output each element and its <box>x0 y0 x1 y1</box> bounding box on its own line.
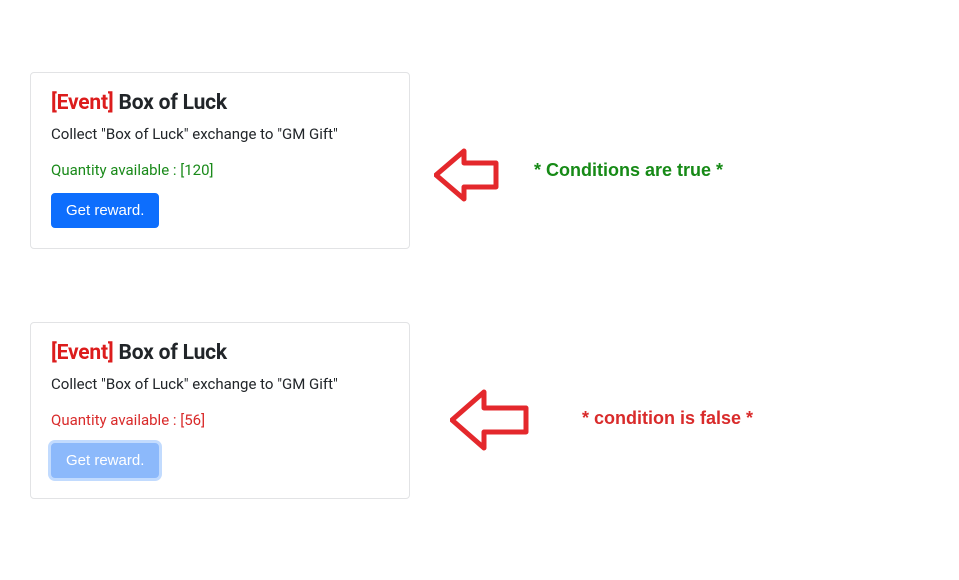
arrow-left-icon <box>450 386 534 458</box>
quantity-available: Quantity available : [56] <box>51 411 389 429</box>
card-title-text: Box of Luck <box>119 91 227 115</box>
event-card: [Event] Box of Luck Collect "Box of Luck… <box>30 322 410 499</box>
event-tag: [Event] <box>51 91 114 115</box>
quantity-value: [56] <box>180 411 205 429</box>
quantity-label: Quantity available : <box>51 161 177 179</box>
card-title: [Event] Box of Luck <box>51 91 389 115</box>
card-title: [Event] Box of Luck <box>51 341 389 365</box>
get-reward-button-disabled: Get reward. <box>51 443 159 478</box>
card-title-text: Box of Luck <box>119 341 227 365</box>
event-tag: [Event] <box>51 341 114 365</box>
quantity-label: Quantity available : <box>51 411 177 429</box>
get-reward-button[interactable]: Get reward. <box>51 193 159 228</box>
card-description: Collect "Box of Luck" exchange to "GM Gi… <box>51 125 389 143</box>
quantity-value: [120] <box>180 161 213 179</box>
annotation-conditions-true: * Conditions are true * <box>534 160 723 181</box>
annotation-condition-false: * condition is false * <box>582 408 753 429</box>
card-description: Collect "Box of Luck" exchange to "GM Gi… <box>51 375 389 393</box>
arrow-left-icon <box>434 145 504 209</box>
event-card: [Event] Box of Luck Collect "Box of Luck… <box>30 72 410 249</box>
quantity-available: Quantity available : [120] <box>51 161 389 179</box>
